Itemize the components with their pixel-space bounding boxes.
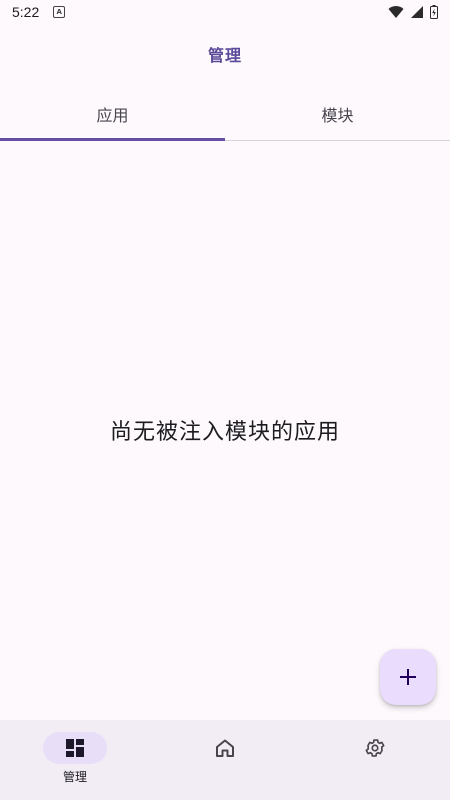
nav-indicator [343, 732, 407, 764]
gear-icon [365, 739, 385, 757]
empty-state-message: 尚无被注入模块的应用 [109, 420, 340, 445]
tab-modules[interactable]: 模块 [225, 88, 450, 140]
bottom-navigation: 管理 [0, 720, 450, 800]
screen: 5:22 A 管理 应用 模块 尚无被注入模块的应用 管理 [0, 0, 450, 800]
nav-item-settings[interactable] [300, 720, 450, 800]
tab-bar: 应用 模块 [0, 88, 450, 141]
wifi-icon [388, 6, 404, 19]
tab-apps-label: 应用 [96, 106, 129, 125]
status-time: 5:22 [12, 4, 40, 20]
plus-icon [400, 669, 416, 685]
battery-icon [430, 5, 438, 19]
notification-app-icon: A [53, 6, 66, 18]
nav-active-indicator [43, 732, 107, 764]
home-icon [216, 739, 234, 757]
dashboard-icon [66, 739, 84, 757]
add-button[interactable] [380, 649, 436, 705]
cellular-signal-icon [411, 6, 423, 18]
nav-item-manage[interactable]: 管理 [0, 720, 150, 800]
nav-indicator [193, 732, 257, 764]
top-app-bar: 管理 [0, 24, 450, 84]
status-left: 5:22 A [12, 4, 66, 20]
status-bar: 5:22 A [0, 0, 450, 24]
nav-item-home[interactable] [150, 720, 300, 800]
tab-apps[interactable]: 应用 [0, 88, 225, 141]
nav-item-manage-label: 管理 [62, 770, 87, 784]
page-title: 管理 [207, 46, 242, 65]
status-right [388, 5, 438, 19]
tab-modules-label: 模块 [321, 106, 354, 125]
